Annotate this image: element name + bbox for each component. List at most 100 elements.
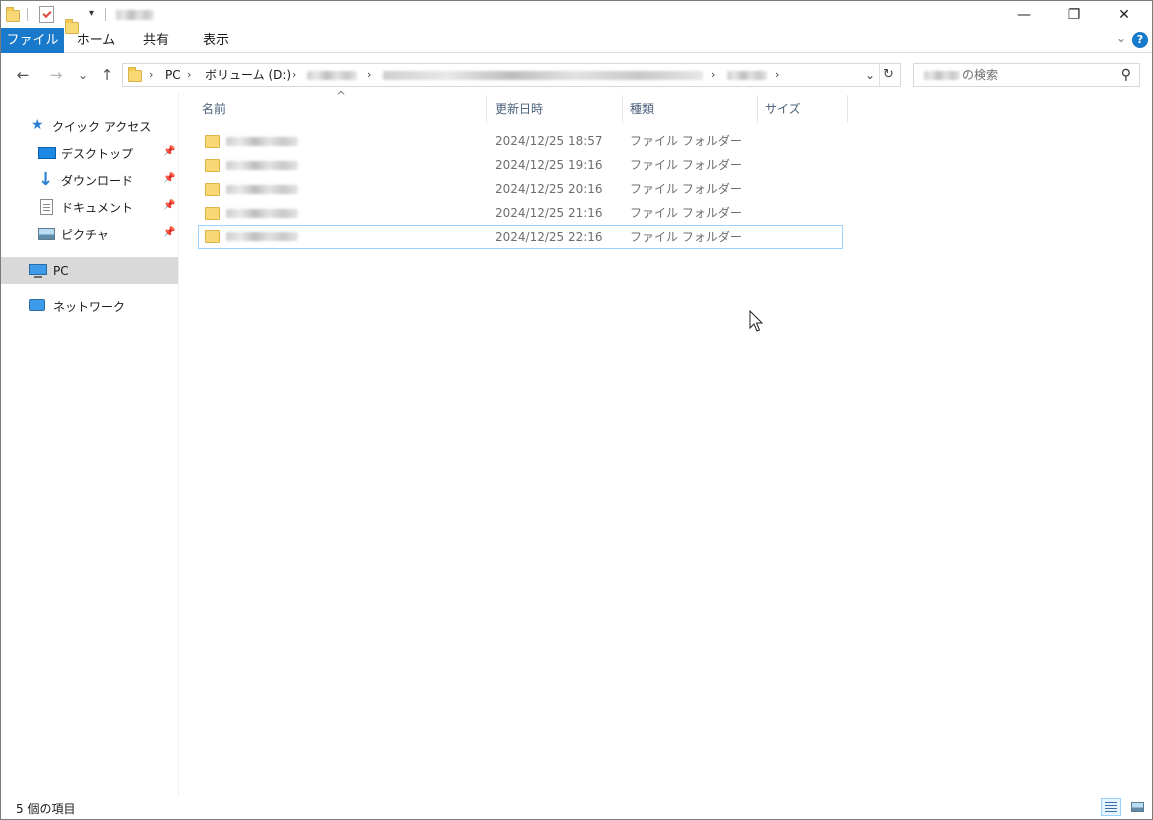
explorer-window: ▾ — ❐ ✕ ファイル ホーム 共有 表示 ⌄ ? ← → ⌄ ↑ › PC … bbox=[0, 0, 1153, 820]
folder-icon bbox=[205, 183, 220, 196]
customize-quick-access-icon[interactable]: ▾ bbox=[89, 8, 94, 19]
back-button[interactable]: ← bbox=[13, 65, 33, 85]
star-icon: ★ bbox=[31, 117, 44, 133]
column-header-modified[interactable]: 更新日時 bbox=[489, 95, 623, 123]
nav-pc-label: PC bbox=[53, 263, 69, 278]
file-type: ファイル フォルダー bbox=[630, 206, 742, 220]
close-button[interactable]: ✕ bbox=[1101, 1, 1147, 28]
file-modified: 2024/12/25 22:16 bbox=[495, 230, 603, 244]
desktop-icon bbox=[38, 147, 56, 159]
ribbon-tabs: ファイル ホーム 共有 表示 ⌄ ? bbox=[1, 28, 1152, 53]
forward-button[interactable]: → bbox=[46, 65, 66, 85]
tab-share[interactable]: 共有 bbox=[131, 28, 181, 53]
status-bar: 5 個の項目 bbox=[1, 796, 1152, 819]
address-chevron[interactable]: › bbox=[187, 64, 191, 86]
nav-network-label: ネットワーク bbox=[53, 299, 126, 314]
pin-icon[interactable]: 📌 bbox=[163, 200, 175, 211]
ribbon-collapse-icon[interactable]: ⌄ bbox=[1116, 31, 1126, 45]
file-type: ファイル フォルダー bbox=[630, 134, 742, 148]
search-location-redacted bbox=[924, 71, 960, 80]
pin-icon[interactable]: 📌 bbox=[163, 227, 175, 238]
file-name-redacted bbox=[226, 232, 298, 241]
up-button[interactable]: ↑ bbox=[97, 65, 117, 85]
address-chevron[interactable]: › bbox=[711, 64, 715, 86]
large-icons-view-button[interactable] bbox=[1127, 798, 1147, 816]
folder-icon bbox=[205, 159, 220, 172]
file-list: ^ 名前 更新日時 種類 サイズ 2024/12/25 18:57 ファイル フ… bbox=[180, 89, 1152, 796]
mouse-cursor-icon bbox=[749, 310, 764, 332]
item-count: 5 個の項目 bbox=[16, 802, 76, 816]
nav-downloads[interactable]: ↓ ダウンロード 📌 bbox=[1, 167, 178, 193]
column-header-type[interactable]: 種類 bbox=[624, 95, 758, 123]
file-name-redacted bbox=[226, 137, 298, 146]
address-chevron[interactable]: › bbox=[775, 64, 779, 86]
recent-locations-button[interactable]: ⌄ bbox=[75, 65, 91, 85]
nav-network[interactable]: ネットワーク bbox=[1, 293, 178, 319]
pin-icon[interactable]: 📌 bbox=[163, 146, 175, 157]
file-modified: 2024/12/25 19:16 bbox=[495, 158, 603, 172]
file-row[interactable]: 2024/12/25 19:16 ファイル フォルダー bbox=[198, 154, 843, 178]
minimize-button[interactable]: — bbox=[1001, 1, 1047, 28]
nav-pc[interactable]: PC bbox=[1, 257, 178, 284]
pc-icon bbox=[29, 264, 47, 275]
pc-stand bbox=[34, 276, 42, 278]
address-chevron[interactable]: › bbox=[367, 64, 371, 86]
address-dropdown-icon[interactable]: ⌄ bbox=[865, 64, 875, 86]
nav-pictures-label: ピクチャ bbox=[61, 227, 109, 242]
large-icons-view-icon bbox=[1131, 802, 1144, 812]
address-chevron[interactable]: › bbox=[292, 64, 296, 86]
breadcrumb-redacted[interactable] bbox=[383, 71, 703, 80]
column-header-size[interactable]: サイズ bbox=[759, 95, 848, 123]
search-placeholder: の検索 bbox=[962, 68, 999, 82]
file-name-redacted bbox=[226, 161, 298, 170]
file-row[interactable]: 2024/12/25 21:16 ファイル フォルダー bbox=[198, 202, 843, 226]
file-row-selected[interactable]: 2024/12/25 22:16 ファイル フォルダー bbox=[198, 225, 843, 249]
file-name-redacted bbox=[226, 209, 298, 218]
pin-icon[interactable]: 📌 bbox=[163, 173, 175, 184]
refresh-icon[interactable]: ↻ bbox=[883, 64, 894, 86]
breadcrumb-pc[interactable]: PC bbox=[165, 64, 181, 86]
nav-documents[interactable]: ドキュメント 📌 bbox=[1, 194, 178, 220]
pictures-icon bbox=[38, 228, 55, 240]
file-row[interactable]: 2024/12/25 20:16 ファイル フォルダー bbox=[198, 178, 843, 202]
address-folder-icon bbox=[128, 67, 142, 82]
address-divider bbox=[879, 64, 880, 86]
properties-icon[interactable] bbox=[39, 6, 54, 23]
restore-button[interactable]: ❐ bbox=[1051, 1, 1097, 28]
nav-desktop[interactable]: デスクトップ 📌 bbox=[1, 140, 178, 166]
tab-file[interactable]: ファイル bbox=[1, 28, 64, 53]
breadcrumb-redacted[interactable] bbox=[727, 71, 767, 80]
file-row[interactable]: 2024/12/25 18:57 ファイル フォルダー bbox=[198, 130, 843, 154]
search-box[interactable]: の検索 ⚲ bbox=[913, 63, 1140, 87]
search-icon[interactable]: ⚲ bbox=[1121, 67, 1131, 83]
help-icon[interactable]: ? bbox=[1132, 32, 1148, 48]
address-chevron[interactable]: › bbox=[149, 64, 153, 86]
title-separator bbox=[105, 8, 106, 21]
breadcrumb-volume-d[interactable]: ボリューム (D:) bbox=[205, 64, 291, 86]
column-header-name[interactable]: 名前 bbox=[196, 95, 487, 123]
navigation-bar: ← → ⌄ ↑ › PC › ボリューム (D:) › › › › ⌄ ↻ の検… bbox=[1, 59, 1152, 93]
file-type: ファイル フォルダー bbox=[630, 158, 742, 172]
navigation-pane: ★ クイック アクセス デスクトップ 📌 ↓ ダウンロード 📌 ドキュメント 📌… bbox=[1, 93, 179, 796]
folder-icon bbox=[205, 230, 220, 243]
file-name-redacted bbox=[226, 185, 298, 194]
folder-icon bbox=[205, 135, 220, 148]
nav-pictures[interactable]: ピクチャ 📌 bbox=[1, 221, 178, 247]
download-icon: ↓ bbox=[38, 169, 54, 190]
nav-quick-access-label: クイック アクセス bbox=[52, 119, 152, 134]
file-type: ファイル フォルダー bbox=[630, 230, 742, 244]
file-modified: 2024/12/25 21:16 bbox=[495, 206, 603, 220]
tab-view[interactable]: 表示 bbox=[191, 28, 241, 53]
file-modified: 2024/12/25 20:16 bbox=[495, 182, 603, 196]
nav-quick-access[interactable]: ★ クイック アクセス bbox=[1, 113, 178, 139]
address-bar[interactable]: › PC › ボリューム (D:) › › › › ⌄ ↻ bbox=[122, 63, 901, 87]
tab-home[interactable]: ホーム bbox=[69, 28, 123, 53]
details-view-button[interactable] bbox=[1101, 798, 1121, 816]
folder-icon bbox=[6, 7, 20, 22]
nav-downloads-label: ダウンロード bbox=[61, 173, 134, 188]
document-icon bbox=[40, 199, 53, 215]
file-type: ファイル フォルダー bbox=[630, 182, 742, 196]
quick-access-separator bbox=[27, 8, 28, 21]
title-bar: ▾ — ❐ ✕ bbox=[1, 1, 1152, 34]
breadcrumb-redacted[interactable] bbox=[307, 71, 357, 80]
